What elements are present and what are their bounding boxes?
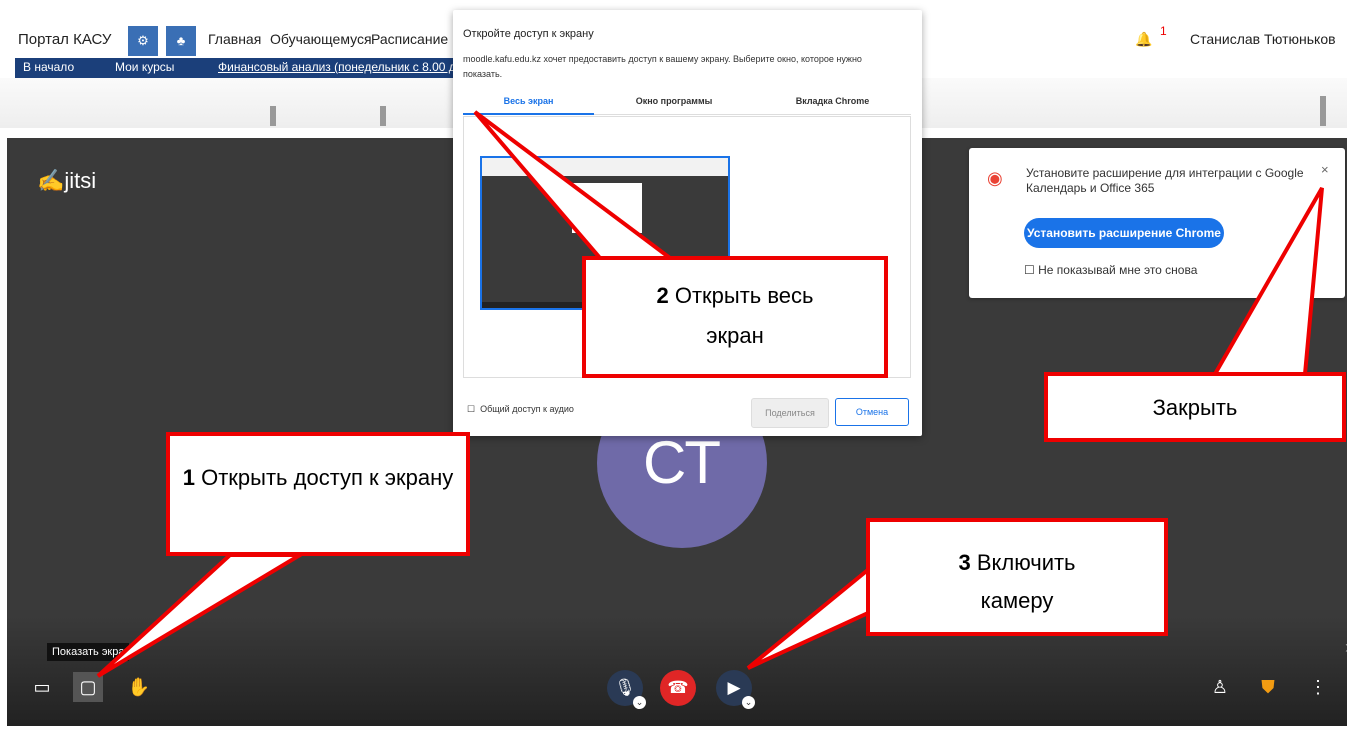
- pointer-2: [473, 110, 677, 260]
- pointer-close: [1211, 187, 1324, 376]
- callout-1: 1 Открыть доступ к экрану: [166, 432, 470, 556]
- pointer-1: [96, 553, 308, 678]
- callout-close: Закрыть: [1044, 372, 1346, 442]
- callout-3: 3 Включить камеру: [866, 518, 1168, 636]
- callout-2: 2 Открыть весь экран: [582, 256, 888, 378]
